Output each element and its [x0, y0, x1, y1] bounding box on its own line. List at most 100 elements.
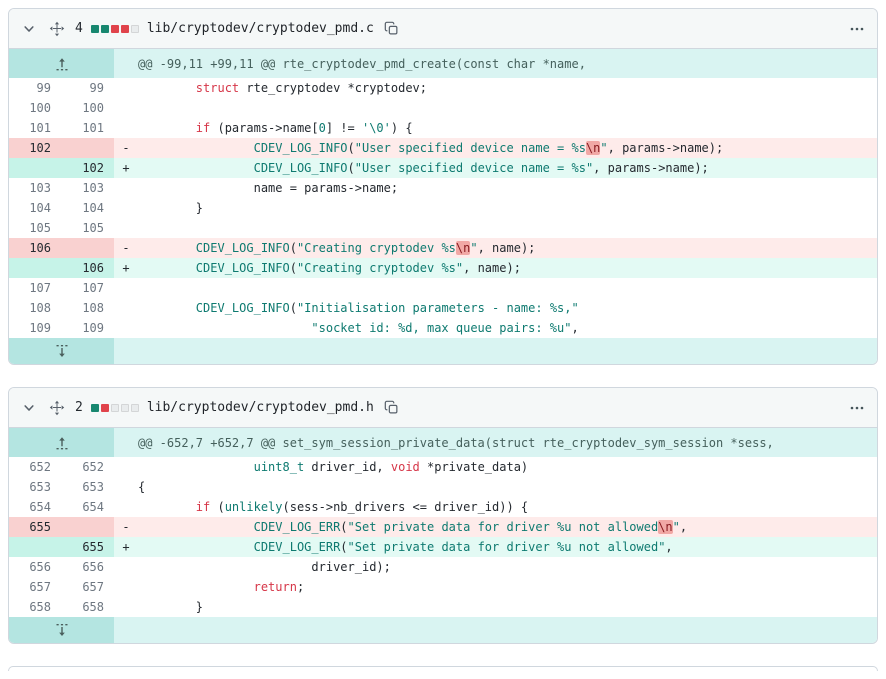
- old-line-number[interactable]: 653: [9, 477, 61, 497]
- new-line-number[interactable]: 654: [61, 497, 114, 517]
- new-line-number[interactable]: 101: [61, 118, 114, 138]
- kebab-horizontal-icon: [850, 27, 864, 30]
- new-line-number[interactable]: 657: [61, 577, 114, 597]
- old-line-number[interactable]: 104: [9, 198, 61, 218]
- old-line-number[interactable]: 657: [9, 577, 61, 597]
- expand-up-button[interactable]: [9, 428, 114, 457]
- new-line-number[interactable]: 100: [61, 98, 114, 118]
- collapse-file-button[interactable]: [19, 398, 39, 418]
- old-line-number[interactable]: 99: [9, 78, 61, 98]
- old-line-number[interactable]: 102: [9, 138, 61, 158]
- file-path[interactable]: lib/cryptodev/cryptodev_pmd.h: [147, 400, 374, 415]
- diff-row: 657 657 return;: [9, 577, 877, 597]
- old-line-number[interactable]: 656: [9, 557, 61, 577]
- file-options-kebab-button[interactable]: [847, 398, 867, 418]
- old-line-number[interactable]: 105: [9, 218, 61, 238]
- new-line-number[interactable]: 107: [61, 278, 114, 298]
- diff-row: 100 100: [9, 98, 877, 118]
- diff-row: 103 103 name = params->name;: [9, 178, 877, 198]
- diff-marker: [114, 178, 138, 198]
- diffstat-square-removed: [110, 24, 119, 33]
- drag-handle-icon[interactable]: [47, 19, 67, 39]
- drag-handle-icon[interactable]: [47, 398, 67, 418]
- diff-marker: [114, 557, 138, 577]
- expand-down-button[interactable]: [9, 338, 114, 364]
- diff-marker: [114, 457, 138, 477]
- expand-up-icon: [56, 57, 67, 70]
- diff-row: 108 108 CDEV_LOG_INFO("Initialisation par…: [9, 298, 877, 318]
- diff-marker: [114, 78, 138, 98]
- diff-marker: [114, 318, 138, 338]
- new-line-number[interactable]: 105: [61, 218, 114, 238]
- diff-row: 107 107: [9, 278, 877, 298]
- diff-marker: [114, 198, 138, 218]
- copy-path-button[interactable]: [382, 398, 401, 417]
- diff-row: 105 105: [9, 218, 877, 238]
- old-line-number[interactable]: [9, 158, 61, 178]
- expand-row-filler: [114, 338, 877, 364]
- collapse-file-button[interactable]: [19, 19, 39, 39]
- old-line-number[interactable]: 658: [9, 597, 61, 617]
- diff-row: 654 654 if (unlikely(sess->nb_drivers <= …: [9, 497, 877, 517]
- copy-path-button[interactable]: [382, 19, 401, 38]
- new-line-number[interactable]: 658: [61, 597, 114, 617]
- old-line-number[interactable]: 101: [9, 118, 61, 138]
- diff-body: 652 652 uint8_t driver_id, void *private_…: [9, 457, 877, 617]
- new-line-number[interactable]: 653: [61, 477, 114, 497]
- code-line: struct rte_cryptodev *cryptodev;: [195, 81, 427, 95]
- diff-row: 101 101 if (params->name[0] != '\0') {: [9, 118, 877, 138]
- code-line: if (params->name[0] != '\0') {: [195, 121, 413, 135]
- diff-marker: [114, 477, 138, 497]
- changes-count: 4: [75, 21, 83, 36]
- new-line-number[interactable]: 106: [61, 258, 114, 278]
- expand-row-filler: [114, 617, 877, 643]
- expand-up-button[interactable]: [9, 49, 114, 78]
- old-line-number[interactable]: [9, 258, 61, 278]
- old-line-number[interactable]: 109: [9, 318, 61, 338]
- new-line-number[interactable]: 108: [61, 298, 114, 318]
- diff-row: 99 99 struct rte_cryptodev *cryptodev;: [9, 78, 877, 98]
- diff-row: 106 + CDEV_LOG_INFO("Creating cryptodev %…: [9, 258, 877, 278]
- diff-marker: [114, 577, 138, 597]
- old-line-number[interactable]: 107: [9, 278, 61, 298]
- old-line-number[interactable]: [9, 537, 61, 557]
- file-path[interactable]: lib/cryptodev/cryptodev_pmd.c: [147, 21, 374, 36]
- old-line-number[interactable]: 655: [9, 517, 61, 537]
- diff-row: 655 - CDEV_LOG_ERR("Set private data for …: [9, 517, 877, 537]
- new-line-number[interactable]: 655: [61, 537, 114, 557]
- next-file-peek: [8, 666, 878, 671]
- new-line-number[interactable]: [61, 238, 114, 258]
- new-line-number[interactable]: 109: [61, 318, 114, 338]
- expand-up-icon: [56, 436, 67, 449]
- new-line-number[interactable]: 104: [61, 198, 114, 218]
- old-line-number[interactable]: 100: [9, 98, 61, 118]
- expand-row: [9, 617, 877, 643]
- file-options-kebab-button[interactable]: [847, 19, 867, 39]
- diff-marker: +: [114, 258, 138, 278]
- code-line: CDEV_LOG_ERR("Set private data for drive…: [138, 537, 877, 557]
- new-line-number[interactable]: 652: [61, 457, 114, 477]
- old-line-number[interactable]: 654: [9, 497, 61, 517]
- code-line: CDEV_LOG_ERR("Set private data for drive…: [138, 517, 877, 537]
- old-line-number[interactable]: 108: [9, 298, 61, 318]
- hunk-header-row: @@ -652,7 +652,7 @@ set_sym_session_priv…: [9, 428, 877, 457]
- expand-down-icon: [56, 624, 67, 636]
- copy-icon: [384, 400, 398, 414]
- old-line-number[interactable]: 103: [9, 178, 61, 198]
- code-line: name = params->name;: [138, 181, 399, 195]
- old-line-number[interactable]: 106: [9, 238, 61, 258]
- new-line-number[interactable]: 99: [61, 78, 114, 98]
- diff-row: 656 656 driver_id);: [9, 557, 877, 577]
- diffstat: [90, 24, 139, 33]
- new-line-number[interactable]: 103: [61, 178, 114, 198]
- new-line-number[interactable]: 102: [61, 158, 114, 178]
- diff-row: 658 658 }: [9, 597, 877, 617]
- new-line-number[interactable]: 656: [61, 557, 114, 577]
- expand-down-button[interactable]: [9, 617, 114, 643]
- new-line-number[interactable]: [61, 138, 114, 158]
- old-line-number[interactable]: 652: [9, 457, 61, 477]
- diffstat-square-removed: [100, 403, 109, 412]
- changes-count: 2: [75, 400, 83, 415]
- new-line-number[interactable]: [61, 517, 114, 537]
